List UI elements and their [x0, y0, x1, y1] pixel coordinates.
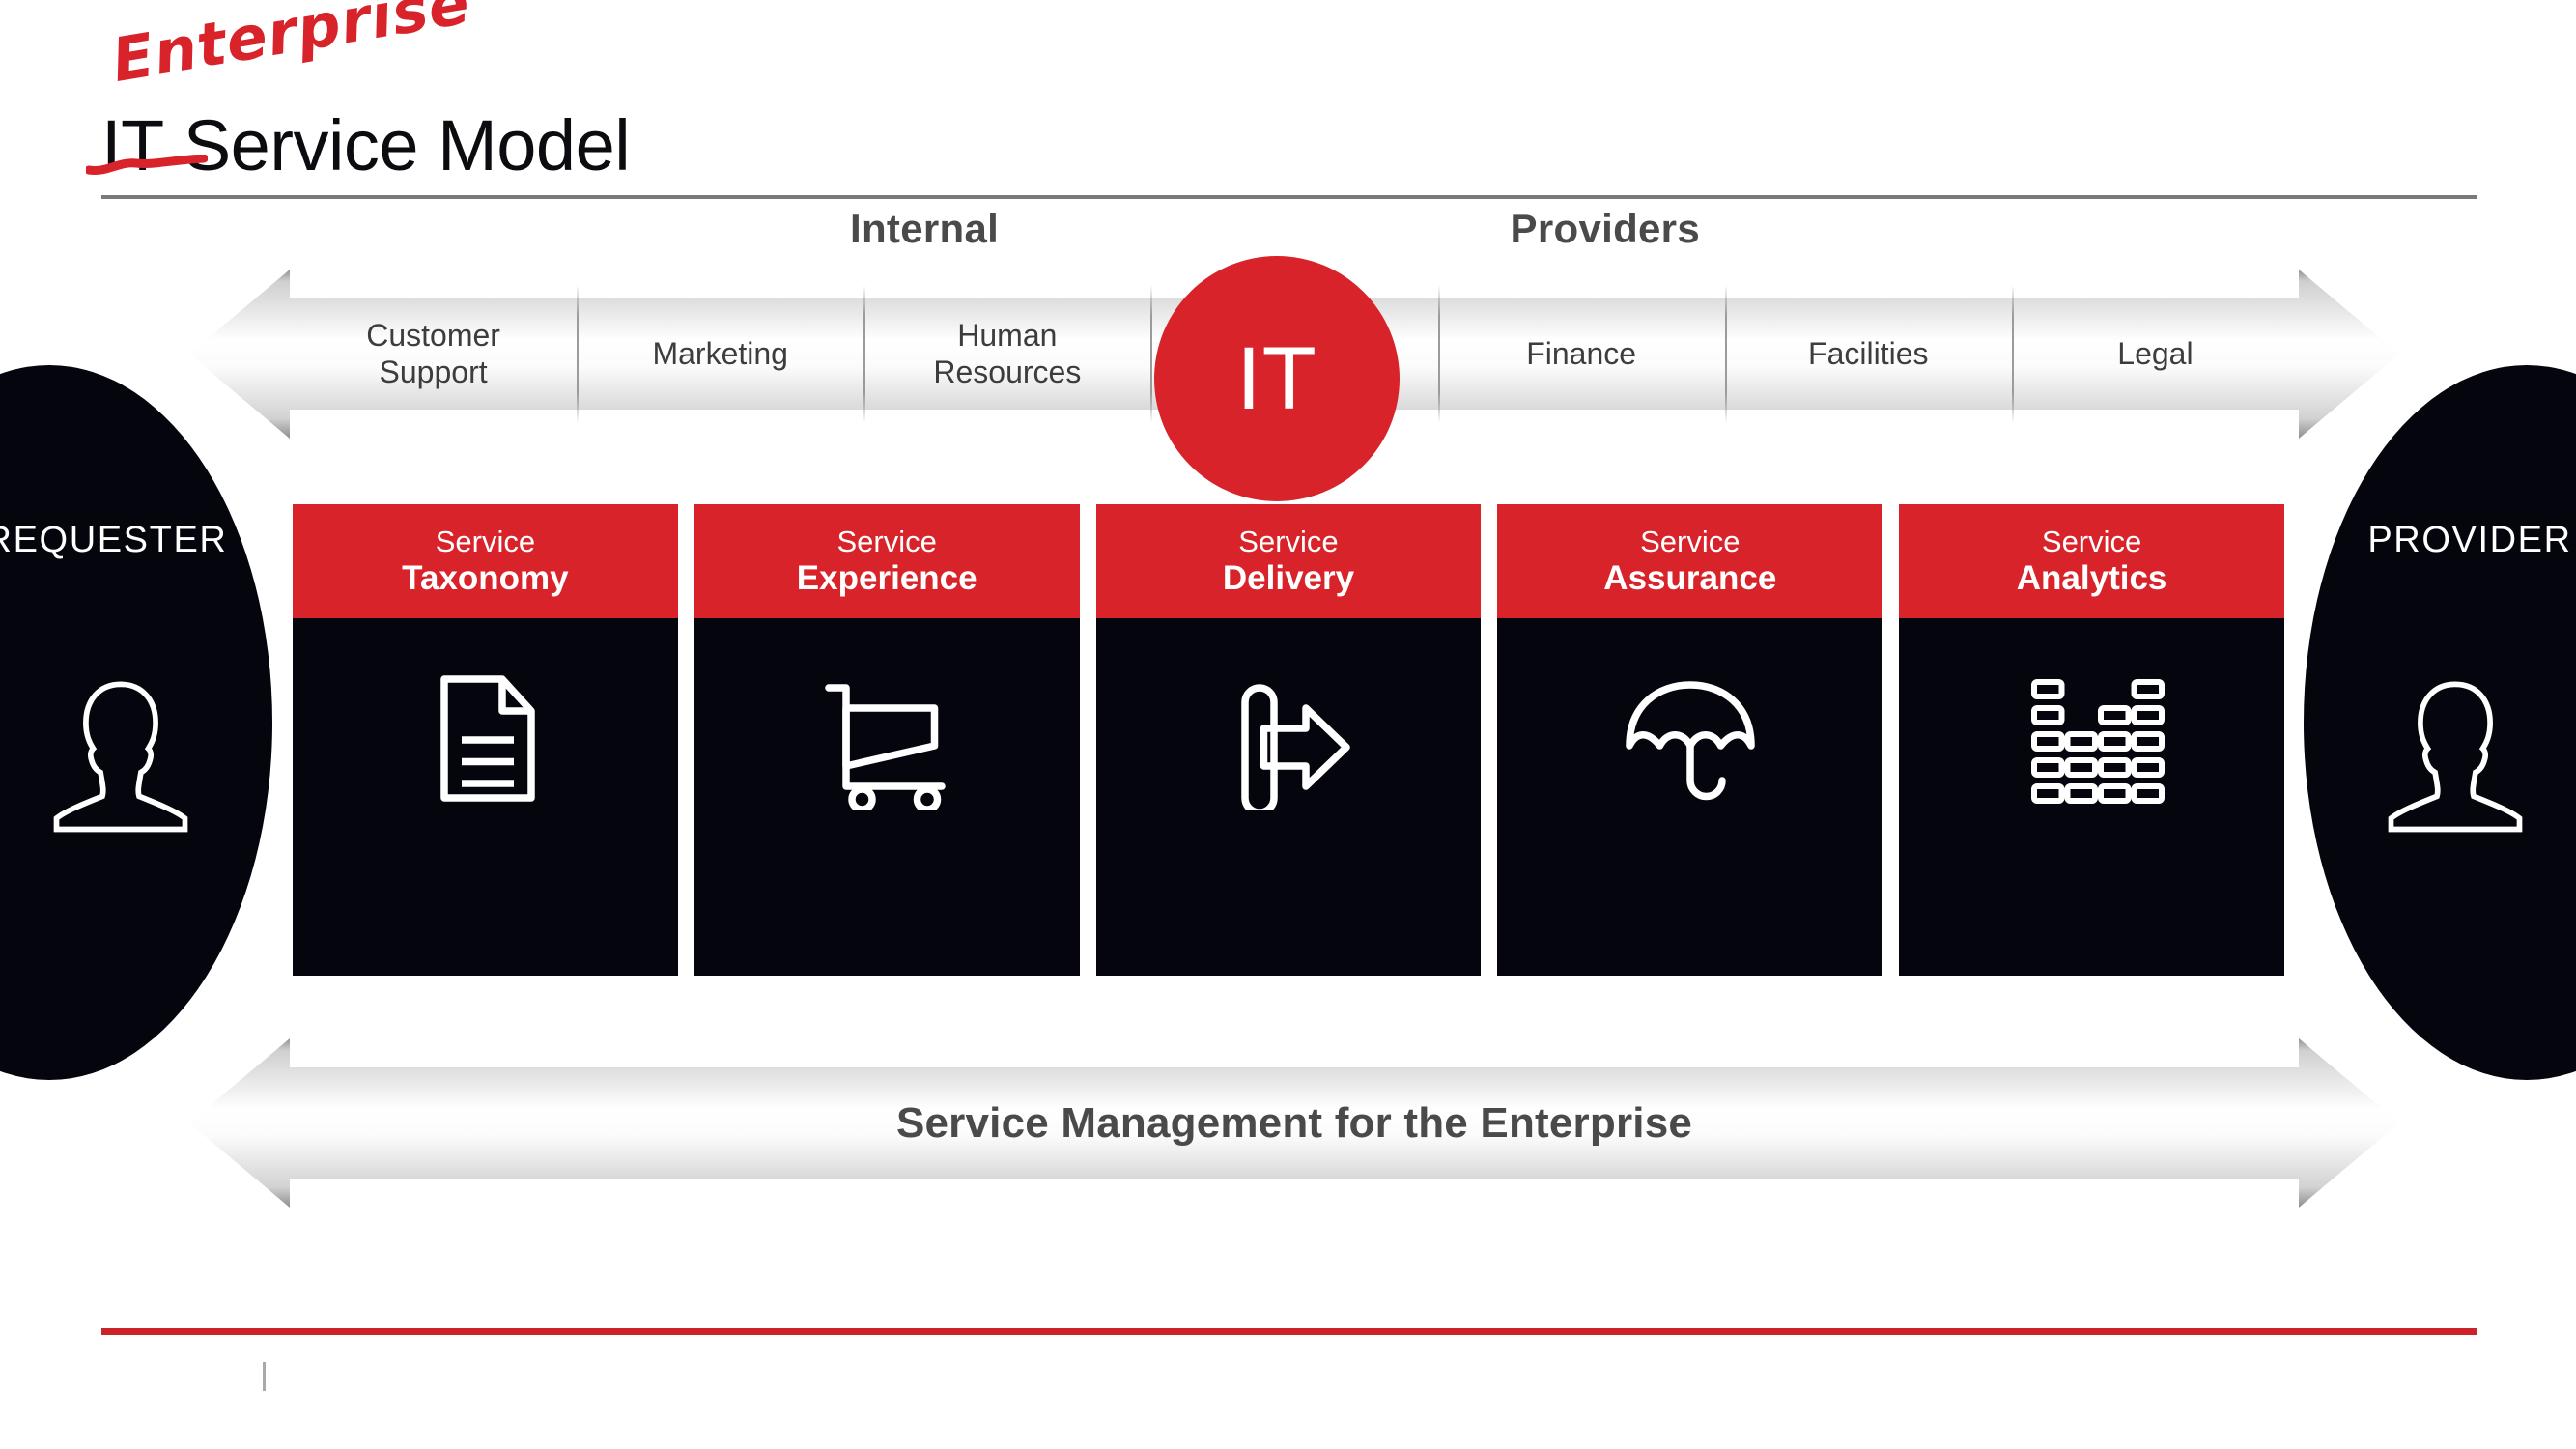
service-management-label: Service Management for the Enterprise: [895, 1098, 1693, 1147]
provider-panel: PROVIDER: [2304, 365, 2576, 1080]
service-management-label-wrap: Service Management for the Enterprise: [189, 1038, 2399, 1208]
export-arrow-icon: [1241, 684, 1350, 810]
card-service-analytics[interactable]: Service Analytics: [1899, 504, 2284, 976]
provider-label: PROVIDER: [2367, 520, 2572, 560]
card-kicker: Service: [2041, 525, 2142, 559]
segment-facilities[interactable]: Facilities: [1724, 270, 2012, 439]
title-text: IT Service Model: [86, 104, 631, 186]
providers-header-right: Providers: [1510, 206, 1700, 251]
card-header: Service Delivery: [1095, 504, 1482, 618]
card-service-experience[interactable]: Service Experience: [694, 504, 1080, 976]
equalizer-icon: [2030, 679, 2165, 804]
segment-human-resources[interactable]: Human Resources: [863, 270, 1150, 439]
card-kicker: Service: [836, 525, 937, 559]
card-header: Service Assurance: [1497, 504, 1883, 618]
document-icon: [440, 675, 536, 802]
card-body: [1096, 618, 1482, 976]
segment-finance[interactable]: Finance: [1437, 270, 1725, 439]
card-header: Service Analytics: [1899, 504, 2284, 618]
title-struck-word: IT: [101, 105, 164, 185]
card-body: [1497, 618, 1882, 976]
segment-label: Finance: [1526, 335, 1637, 371]
card-kicker: Service: [435, 525, 536, 559]
title-annotation-enterprise: Enterprise: [106, 0, 475, 96]
card-service-delivery[interactable]: Service Delivery: [1095, 504, 1482, 976]
card-service-assurance[interactable]: Service Assurance: [1497, 504, 1883, 976]
card-service-taxonomy[interactable]: Service Taxonomy: [293, 504, 678, 976]
shopping-cart-icon: [825, 684, 946, 810]
title-struck-word-wrap: IT: [86, 104, 208, 186]
segment-label: Facilities: [1808, 335, 1929, 371]
segment-label: Marketing: [652, 335, 788, 371]
card-body: [1899, 618, 2284, 976]
it-badge[interactable]: IT: [1154, 256, 1400, 501]
providers-header-left: Internal: [850, 206, 1000, 251]
internal-providers-header: Internal Providers: [850, 206, 1700, 252]
text-cursor: [263, 1362, 266, 1391]
card-name: Experience: [796, 558, 977, 597]
footer-divider: [101, 1328, 2477, 1335]
service-management-arrow: Service Management for the Enterprise: [189, 1038, 2399, 1208]
service-cards: Service Taxonomy Service Experience Serv…: [293, 504, 2284, 976]
person-icon: [2388, 681, 2523, 833]
card-body: [293, 618, 678, 976]
card-header: Service Taxonomy: [293, 504, 678, 618]
slide-canvas: Enterprise IT Service Model Internal Pro…: [0, 0, 2576, 1449]
title-rest: Service Model: [163, 105, 631, 185]
segment-legal[interactable]: Legal: [2011, 270, 2299, 439]
card-name: Assurance: [1603, 558, 1777, 597]
card-kicker: Service: [1640, 525, 1741, 559]
person-icon: [53, 681, 188, 833]
card-name: Delivery: [1222, 558, 1355, 597]
requester-label: REQUESTER: [0, 520, 228, 560]
segment-marketing[interactable]: Marketing: [577, 270, 863, 439]
requester-panel: REQUESTER: [0, 365, 272, 1080]
card-name: Analytics: [2016, 558, 2167, 597]
umbrella-icon: [1626, 681, 1755, 801]
segment-label: Legal: [2117, 335, 2194, 371]
segment-label: Human Resources: [933, 317, 1082, 389]
segment-customer-support[interactable]: Customer Support: [290, 270, 577, 439]
segment-label: Customer Support: [366, 317, 500, 389]
card-kicker: Service: [1238, 525, 1339, 559]
card-header: Service Experience: [694, 504, 1080, 618]
it-badge-label: IT: [1236, 328, 1317, 428]
card-body: [694, 618, 1080, 976]
card-name: Taxonomy: [402, 558, 569, 597]
page-title: Enterprise IT Service Model: [86, 0, 2477, 203]
title-divider: [101, 195, 2477, 199]
